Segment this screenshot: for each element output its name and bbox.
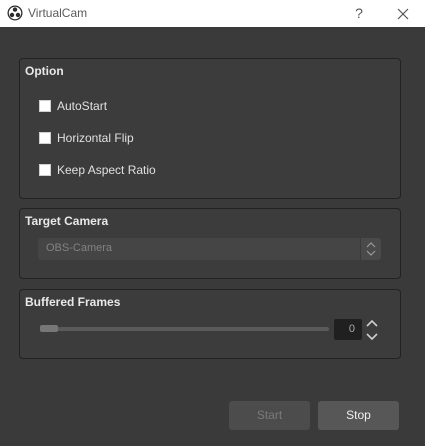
checkbox-label: Keep Aspect Ratio xyxy=(57,163,156,177)
frames-value: 0 xyxy=(348,323,355,335)
autostart-checkbox[interactable]: AutoStart xyxy=(39,98,107,114)
option-group-title: Option xyxy=(25,64,64,78)
target-camera-group: Target Camera OBS-Camera xyxy=(19,208,401,279)
horizontal-flip-checkbox[interactable]: Horizontal Flip xyxy=(39,130,134,146)
title-bar: VirtualCam ? xyxy=(0,0,425,27)
window-title: VirtualCam xyxy=(28,6,88,20)
target-camera-title: Target Camera xyxy=(25,214,109,228)
frames-slider-track[interactable] xyxy=(41,327,329,331)
stop-button[interactable]: Stop xyxy=(318,401,399,430)
checkbox-box[interactable] xyxy=(39,132,51,144)
checkbox-box[interactable] xyxy=(39,164,51,176)
camera-select[interactable]: OBS-Camera xyxy=(38,238,379,260)
checkbox-label: AutoStart xyxy=(57,99,108,113)
checkbox-label: Horizontal Flip xyxy=(57,131,134,145)
buffered-frames-group: Buffered Frames 0 xyxy=(19,289,401,359)
camera-select-value: OBS-Camera xyxy=(46,242,113,254)
start-button[interactable]: Start xyxy=(229,401,310,430)
obs-logo-icon xyxy=(7,5,23,21)
close-icon[interactable] xyxy=(392,3,414,25)
spin-arrows-icon[interactable] xyxy=(365,318,379,342)
buffered-frames-title: Buffered Frames xyxy=(25,295,121,309)
frames-slider-handle[interactable] xyxy=(40,325,58,332)
help-button[interactable]: ? xyxy=(350,3,368,23)
option-group: Option AutoStart Horizontal Flip Keep As… xyxy=(19,58,401,199)
checkbox-box[interactable] xyxy=(39,100,51,112)
frames-spinbox[interactable]: 0 xyxy=(334,319,362,340)
updown-chevron-icon[interactable] xyxy=(360,238,381,260)
keep-aspect-ratio-checkbox[interactable]: Keep Aspect Ratio xyxy=(39,162,156,178)
